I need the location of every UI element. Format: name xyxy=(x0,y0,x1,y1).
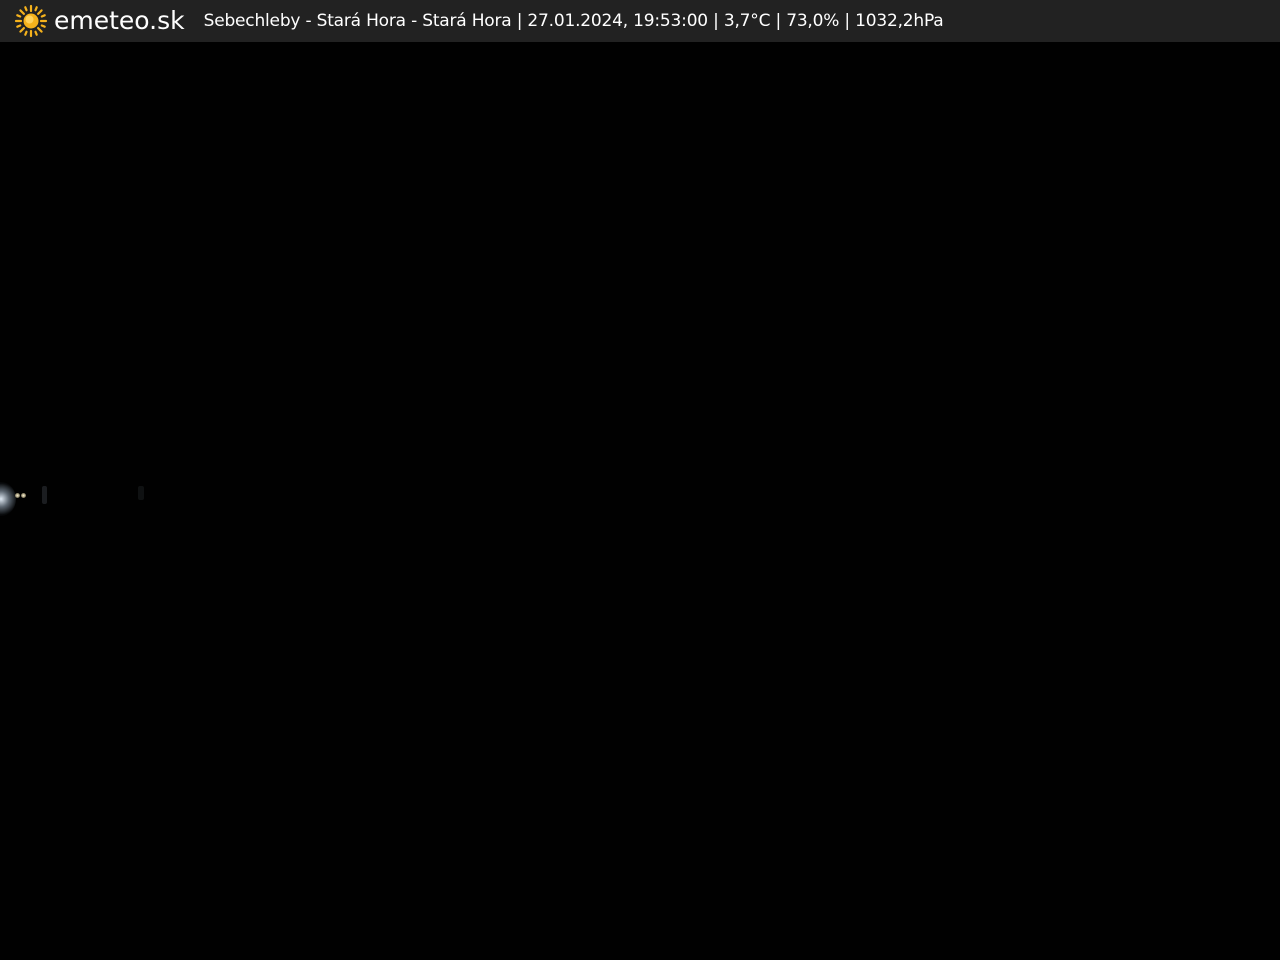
faint-structure xyxy=(138,486,144,500)
light-glow-left xyxy=(0,482,16,516)
brand-logo[interactable]: emeteo.sk xyxy=(14,0,185,42)
webcam-frame: emeteo.sk Sebechleby - Stará Hora - Star… xyxy=(0,0,1280,960)
distant-light xyxy=(21,493,26,498)
faint-structure xyxy=(42,486,47,504)
distant-light xyxy=(15,493,20,498)
brand-name[interactable]: emeteo.sk xyxy=(54,0,185,42)
webcam-image xyxy=(0,42,1280,960)
station-info-caption: Sebechleby - Stará Hora - Stará Hora | 2… xyxy=(203,11,944,31)
header-bar: emeteo.sk Sebechleby - Stará Hora - Star… xyxy=(0,0,1280,42)
sun-icon xyxy=(14,4,48,38)
